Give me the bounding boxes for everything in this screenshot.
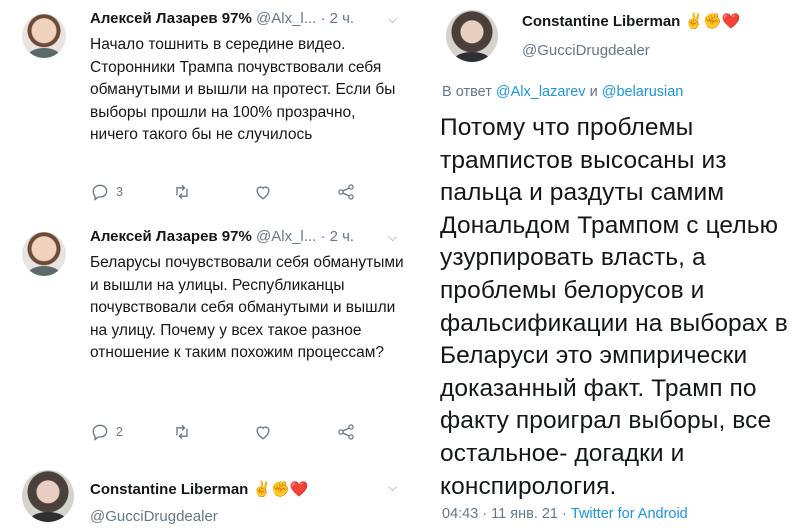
author-handle[interactable]: @Alx_l...: [256, 228, 316, 245]
author-handle[interactable]: @GucciDrugdealer: [522, 42, 650, 59]
chevron-down-icon[interactable]: ⌵: [388, 12, 397, 27]
author-header: Constantine Liberman ✌️✊❤️: [90, 480, 309, 498]
like-icon: [256, 186, 270, 200]
avatar[interactable]: [446, 10, 498, 62]
reply-count: 3: [116, 185, 123, 199]
avatar[interactable]: [22, 470, 74, 522]
reply-and: и: [589, 84, 598, 100]
main-tweet-text: Потому что проблемы трампистов высосаны …: [440, 114, 788, 500]
author-header: Constantine Liberman ✌️✊❤️: [522, 12, 741, 30]
retweet-icon: [176, 424, 188, 440]
author-name[interactable]: Constantine Liberman: [90, 481, 248, 498]
tweet-footer: 04:43 · 11 янв. 21 · Twitter for Android: [442, 506, 688, 522]
author-name[interactable]: Алексей Лазарев 97%: [90, 228, 252, 245]
reply-mention-2[interactable]: @belarusian: [602, 84, 684, 100]
reply-prefix: В ответ: [442, 84, 492, 100]
author-name[interactable]: Constantine Liberman: [522, 13, 680, 30]
avatar[interactable]: [22, 232, 66, 276]
tweet-timestamp[interactable]: 04:43 · 11 янв. 21 ·: [442, 506, 567, 522]
author-handle[interactable]: @GucciDrugdealer: [90, 508, 218, 525]
share-icon: [338, 424, 354, 440]
reply-context: В ответ @Alx_lazarev и @belarusian: [442, 84, 683, 100]
retweet-button[interactable]: [172, 182, 192, 202]
retweet-button[interactable]: [172, 422, 192, 442]
avatar[interactable]: [22, 14, 66, 58]
share-button[interactable]: [336, 182, 356, 202]
reply-button[interactable]: 2: [90, 422, 123, 442]
chevron-down-icon[interactable]: ⌵: [388, 480, 397, 495]
tweet-actions: 2: [90, 422, 390, 446]
author-name[interactable]: Алексей Лазарев 97%: [90, 10, 252, 27]
reply-mention-1[interactable]: @Alx_lazarev: [496, 84, 586, 100]
share-button[interactable]: [336, 422, 356, 442]
tweet-text: Начало тошнить в середине видео. Сторонн…: [90, 36, 396, 143]
name-emoji: ✌️✊❤️: [684, 13, 741, 30]
reply-icon: [92, 424, 108, 441]
retweet-icon: [176, 184, 188, 200]
tweet-text: Беларусы почувствовали себя обманутыми и…: [90, 254, 404, 361]
tweet-header: Алексей Лазарев 97% @Alx_l... · 2 ч.: [90, 10, 354, 27]
tweet-client[interactable]: Twitter for Android: [571, 506, 688, 522]
left-column: Алексей Лазарев 97% @Alx_l... · 2 ч. ⌵ Н…: [0, 0, 410, 531]
like-button[interactable]: [253, 422, 273, 442]
author-handle[interactable]: @Alx_l...: [256, 10, 316, 27]
reply-count: 2: [116, 425, 123, 439]
tweet-time[interactable]: · 2 ч.: [320, 10, 354, 27]
chevron-down-icon[interactable]: ⌵: [388, 230, 397, 245]
like-button[interactable]: [253, 182, 273, 202]
share-icon: [338, 184, 354, 200]
reply-button[interactable]: 3: [90, 182, 123, 202]
tweet-actions: 3: [90, 182, 390, 206]
reply-icon: [92, 184, 108, 201]
tweet-header: Алексей Лазарев 97% @Alx_l... · 2 ч.: [90, 228, 354, 245]
tweet-time[interactable]: · 2 ч.: [320, 228, 354, 245]
like-icon: [256, 426, 270, 440]
name-emoji: ✌️✊❤️: [252, 481, 309, 498]
